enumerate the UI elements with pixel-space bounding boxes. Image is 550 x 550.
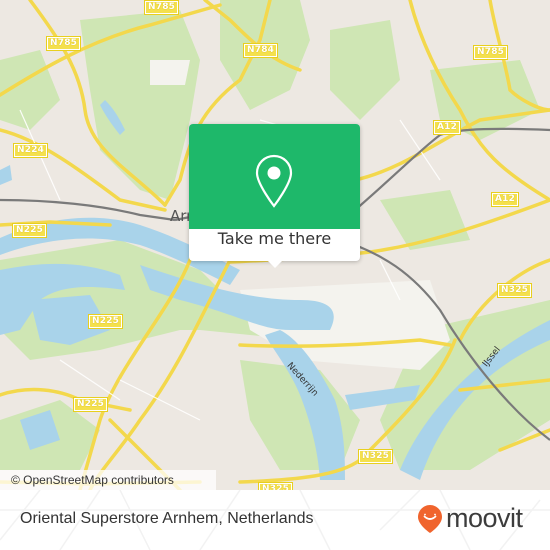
road-shield-n225: N225 <box>73 397 109 412</box>
map-attribution[interactable]: © OpenStreetMap contributors <box>0 470 216 490</box>
road-shield-n785: N785 <box>46 36 82 51</box>
road-shield-n325: N325 <box>358 449 394 464</box>
road-shield-n325: N325 <box>258 482 294 490</box>
road-shield-n785: N785 <box>144 0 180 15</box>
moovit-smile-pin-icon <box>418 504 442 533</box>
road-shield-a12: A12 <box>433 120 462 135</box>
popup-pointer <box>267 260 283 268</box>
road-shield-n225: N225 <box>12 223 48 238</box>
road-shield-n325: N325 <box>497 283 533 298</box>
moovit-wordmark: moovit <box>446 503 523 533</box>
road-shield-n225: N225 <box>88 314 124 329</box>
take-me-there-button[interactable]: Take me there <box>189 229 360 261</box>
road-shield-a12: A12 <box>491 192 520 207</box>
road-shield-n224: N224 <box>13 143 49 158</box>
map-pin-icon <box>255 154 293 208</box>
moovit-logo[interactable]: moovit <box>417 503 523 534</box>
map[interactable]: N785 N785 N784 N785 N224 A12 A12 N225 N2… <box>0 0 550 490</box>
footer: Oriental Superstore Arnhem, Netherlands … <box>0 490 550 550</box>
road-shield-n785: N785 <box>473 45 509 60</box>
popup-header[interactable] <box>189 124 360 229</box>
location-popup[interactable]: Take me there <box>189 124 360 268</box>
place-name: Oriental Superstore Arnhem, Netherlands <box>20 510 314 527</box>
road-shield-n784: N784 <box>243 43 279 58</box>
